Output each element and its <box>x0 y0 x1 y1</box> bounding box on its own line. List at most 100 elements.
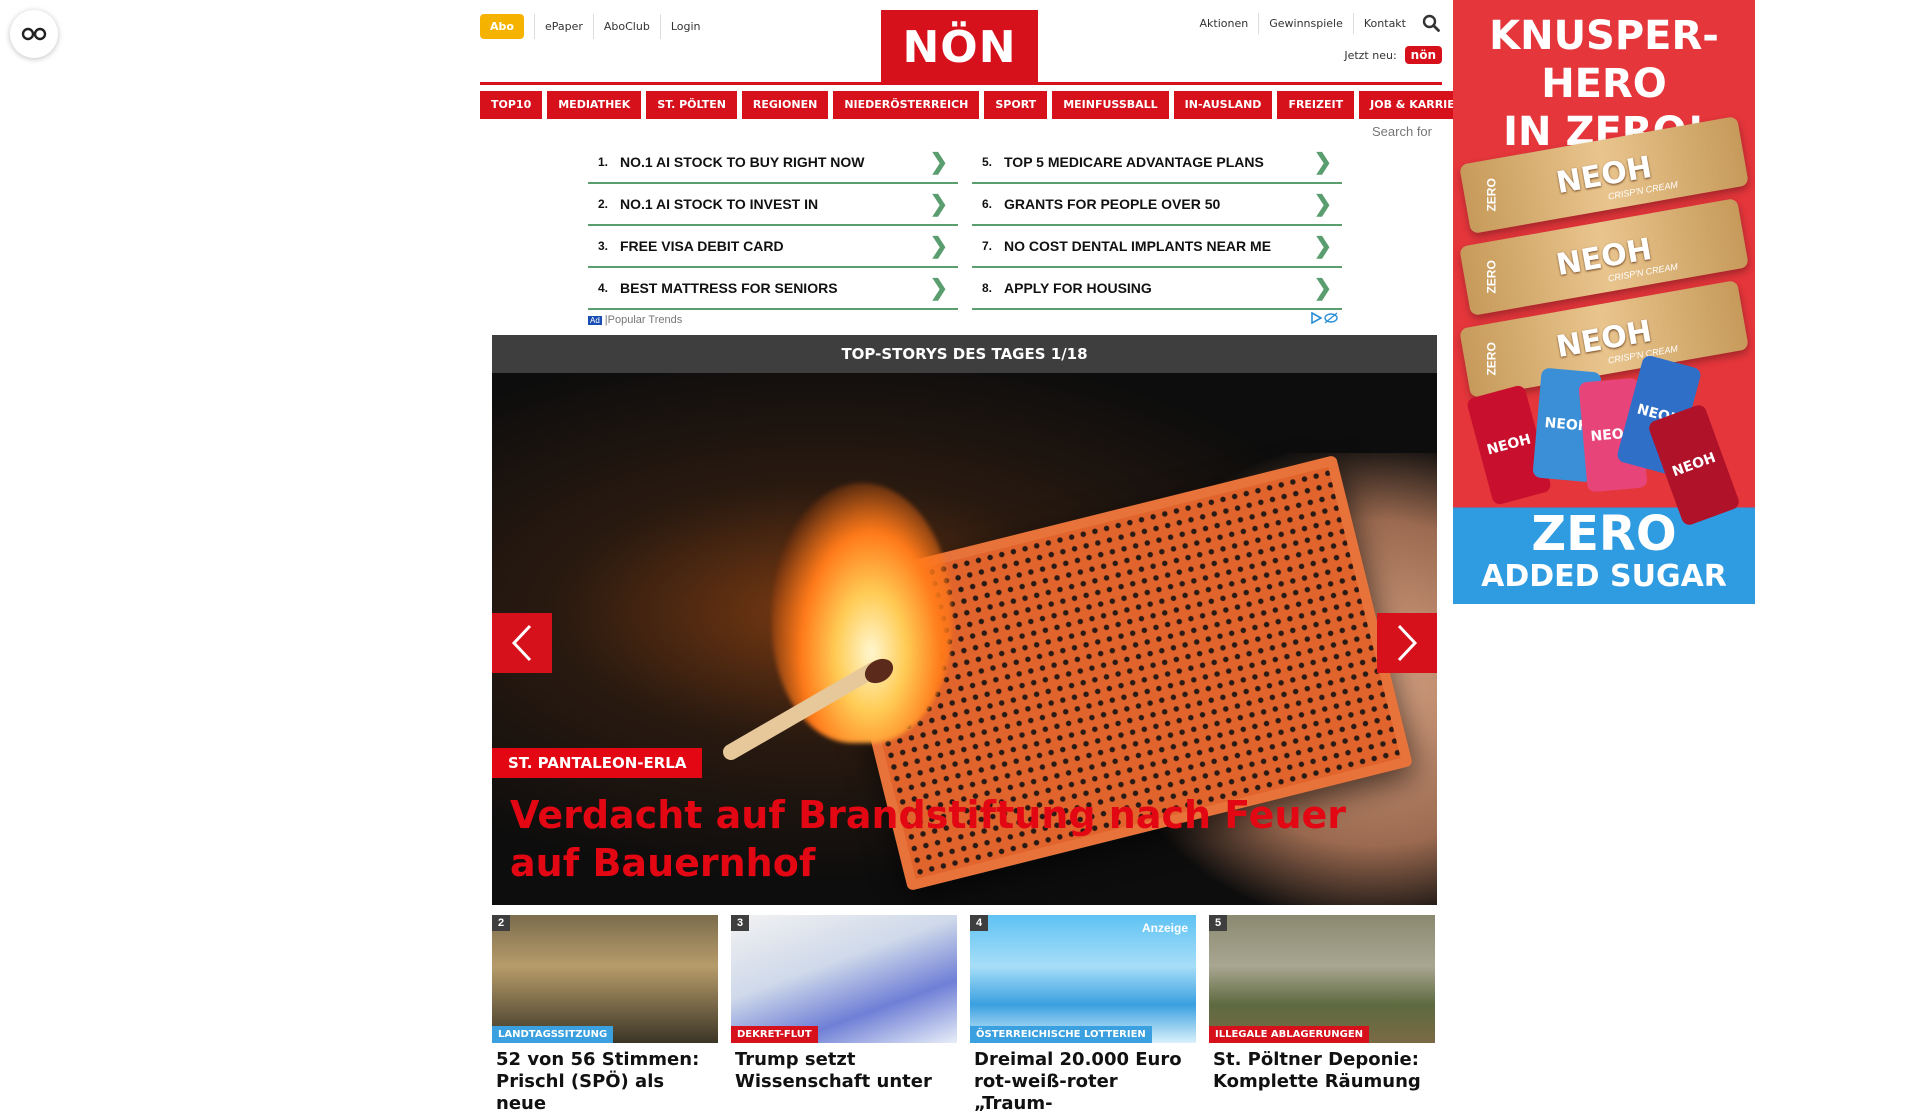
chevron-right-icon: ❯ <box>929 275 948 300</box>
ad-number: 7. <box>982 239 993 253</box>
ad-text: NO COST DENTAL IMPLANTS NEAR ME <box>1004 238 1272 254</box>
ad-number: 6. <box>982 197 993 211</box>
story-card[interactable]: 2 LANDTAGSSITZUNG 52 von 56 Stimmen: Pri… <box>492 915 718 1115</box>
story-card-image: 2 LANDTAGSSITZUNG <box>492 915 718 1043</box>
jetzt-neu-badge[interactable]: nön <box>1404 46 1442 64</box>
ad-text: BEST MATTRESS FOR SENIORS <box>620 280 838 296</box>
ad-link[interactable]: 5. TOP 5 MEDICARE ADVANTAGE PLANS ❯ <box>972 142 1342 184</box>
story-card-title[interactable]: Trump setzt Wissenschaft unter <box>731 1049 957 1093</box>
jetzt-neu: Jetzt neu: nön <box>1344 46 1442 64</box>
aktionen-link[interactable]: Aktionen <box>1190 13 1259 34</box>
story-card-image: 4 Anzeige ÖSTERREICHISCHE LOTTERIEN <box>970 915 1196 1043</box>
ad-text: APPLY FOR HOUSING <box>1004 280 1152 296</box>
sponsored-label: Anzeige <box>1141 921 1188 935</box>
slider-image[interactable]: ST. PANTALEON-ERLA Verdacht auf Brandsti… <box>492 373 1437 905</box>
ad-number: 3. <box>598 239 609 253</box>
ad-link[interactable]: 4. BEST MATTRESS FOR SENIORS ❯ <box>588 268 958 310</box>
ad-number: 1. <box>598 155 609 169</box>
jetzt-neu-label: Jetzt neu: <box>1344 48 1397 62</box>
story-card[interactable]: 5 ILLEGALE ABLAGERUNGEN St. Pöltner Depo… <box>1209 915 1435 1115</box>
main-nav: TOP10 MEDIATHEK ST. PÖLTEN REGIONEN NIED… <box>480 91 1482 119</box>
bar-zero-label: ZERO <box>1484 342 1499 376</box>
nav-item-meinfussball[interactable]: MEINFUSSBALL <box>1052 91 1169 119</box>
header-divider <box>480 82 1442 85</box>
story-card[interactable]: 3 DEKRET-FLUT Trump setzt Wissenschaft u… <box>731 915 957 1115</box>
story-card-title[interactable]: Dreimal 20.000 Euro rot-weiß-roter „Trau… <box>970 1049 1196 1115</box>
slider-prev-button[interactable] <box>492 613 552 673</box>
chevron-right-icon: ❯ <box>1313 233 1332 258</box>
ad-text: TOP 5 MEDICARE ADVANTAGE PLANS <box>1004 154 1264 170</box>
ad-number: 5. <box>982 155 993 169</box>
sponsored-search-links: 1. NO.1 AI STOCK TO BUY RIGHT NOW ❯ 5. TOP … <box>588 142 1342 327</box>
story-card-image: 3 DEKRET-FLUT <box>731 915 957 1043</box>
nav-item-top10[interactable]: TOP10 <box>480 91 543 119</box>
sidebar-advertisement[interactable]: KNUSPER-HERO IN ZERO! ZERO NEOH CRISP'N … <box>1453 0 1755 604</box>
kontakt-link[interactable]: Kontakt <box>1352 12 1416 34</box>
header-right-links: Aktionen Gewinnspiele Kontakt <box>1190 12 1442 34</box>
ad-number: 2. <box>598 197 609 211</box>
story-card-image: 5 ILLEGALE ABLAGERUNGEN <box>1209 915 1435 1043</box>
slider-heading: TOP-STORYS DES TAGES 1/18 <box>492 335 1437 373</box>
ad-text: NO.1 AI STOCK TO BUY RIGHT NOW <box>620 154 865 170</box>
slider-next-button[interactable] <box>1377 613 1437 673</box>
chevron-right-icon: ❯ <box>1313 149 1332 174</box>
gewinnspiele-link[interactable]: Gewinnspiele <box>1258 12 1353 34</box>
story-card-number: 5 <box>1209 915 1228 931</box>
ad-text: GRANTS FOR PEOPLE OVER 50 <box>1004 196 1221 212</box>
nav-item-sport[interactable]: SPORT <box>984 91 1048 119</box>
ad-tagline-line-1: ZERO <box>1531 506 1677 562</box>
ad-number: 4. <box>598 281 609 295</box>
bar-zero-label: ZERO <box>1484 178 1499 212</box>
accessibility-toggle-button[interactable] <box>10 10 58 58</box>
utility-links: Abo ePaper AboClub Login <box>480 14 711 39</box>
search-icon <box>1422 14 1440 32</box>
ad-footer: Ad |Popular Trends <box>588 311 1338 327</box>
product-packs: NEOH NEOH NEOH NEOH NEOH <box>1465 354 1742 527</box>
ad-text: NO.1 AI STOCK TO INVEST IN <box>620 196 819 212</box>
glasses-icon <box>21 27 47 41</box>
ad-marker: Ad <box>588 315 602 325</box>
ad-footer-text[interactable]: Popular Trends <box>608 314 683 326</box>
ad-link[interactable]: 8. APPLY FOR HOUSING ❯ <box>972 268 1342 310</box>
nav-item-freizeit[interactable]: FREIZEIT <box>1277 91 1355 119</box>
login-link[interactable]: Login <box>659 14 711 39</box>
nav-item-st-poelten[interactable]: ST. PÖLTEN <box>646 91 737 119</box>
search-button[interactable] <box>1420 12 1442 34</box>
story-card-number: 3 <box>731 915 750 931</box>
bar-zero-label: ZERO <box>1484 260 1499 294</box>
chevron-right-icon: ❯ <box>929 149 948 174</box>
ad-number: 8. <box>982 281 993 295</box>
epaper-link[interactable]: ePaper <box>533 14 593 39</box>
adchoices-icon[interactable] <box>1310 311 1338 327</box>
story-location-tag[interactable]: ST. PANTALEON-ERLA <box>492 748 703 778</box>
nav-item-mediathek[interactable]: MEDIATHEK <box>547 91 642 119</box>
story-card-category: ÖSTERREICHISCHE LOTTERIEN <box>970 1026 1152 1043</box>
ad-link[interactable]: 6. GRANTS FOR PEOPLE OVER 50 ❯ <box>972 184 1342 226</box>
top-stories-slider: TOP-STORYS DES TAGES 1/18 ST. PANTALEON-… <box>492 335 1437 905</box>
story-card-category: LANDTAGSSITZUNG <box>492 1026 614 1043</box>
story-card-number: 4 <box>970 915 989 931</box>
ad-link[interactable]: 1. NO.1 AI STOCK TO BUY RIGHT NOW ❯ <box>588 142 958 184</box>
story-card-title[interactable]: 52 von 56 Stimmen: Prischl (SPÖ) als neu… <box>492 1049 718 1115</box>
ad-link[interactable]: 3. FREE VISA DEBIT CARD ❯ <box>588 226 958 268</box>
nav-item-regionen[interactable]: REGIONEN <box>741 91 829 119</box>
story-headline[interactable]: Verdacht auf Brandstiftung nach Feuer au… <box>510 791 1417 887</box>
site-header: Abo ePaper AboClub Login NÖN Aktionen Ge… <box>480 0 1442 85</box>
chevron-right-icon: ❯ <box>929 191 948 216</box>
page-container: Abo ePaper AboClub Login NÖN Aktionen Ge… <box>480 0 1482 1114</box>
ad-tagline-line-2: ADDED SUGAR <box>1481 559 1727 594</box>
story-cards: 2 LANDTAGSSITZUNG 52 von 56 Stimmen: Pri… <box>492 915 1435 1115</box>
chevron-right-icon <box>1397 624 1418 662</box>
abo-button[interactable]: Abo <box>480 14 524 39</box>
ad-link[interactable]: 2. NO.1 AI STOCK TO INVEST IN ❯ <box>588 184 958 226</box>
aboclub-link[interactable]: AboClub <box>592 14 660 39</box>
search-for-label: Search for <box>1372 124 1432 139</box>
nav-item-niederoesterreich[interactable]: NIEDERÖSTERREICH <box>833 91 980 119</box>
story-card[interactable]: 4 Anzeige ÖSTERREICHISCHE LOTTERIEN Drei… <box>970 915 1196 1115</box>
chevron-right-icon: ❯ <box>1313 191 1332 216</box>
ad-link[interactable]: 7. NO COST DENTAL IMPLANTS NEAR ME ❯ <box>972 226 1342 268</box>
story-card-title[interactable]: St. Pöltner Deponie: Komplette Räumung <box>1209 1049 1435 1093</box>
chevron-right-icon: ❯ <box>1313 275 1332 300</box>
site-logo[interactable]: NÖN <box>881 10 1038 84</box>
nav-item-in-ausland[interactable]: IN-AUSLAND <box>1173 91 1273 119</box>
